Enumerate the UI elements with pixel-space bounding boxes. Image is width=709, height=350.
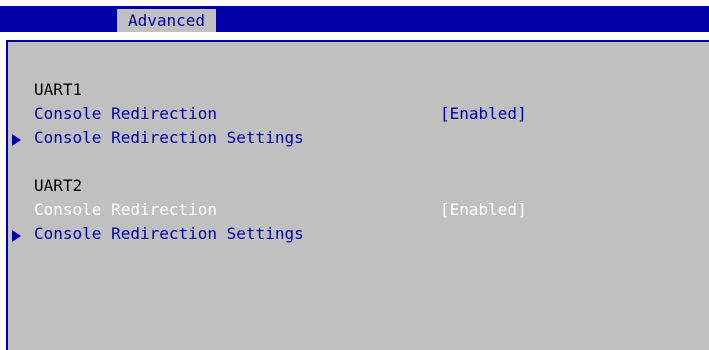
menu-bar	[0, 6, 709, 32]
settings-panel: UART1 Console Redirection [Enabled] Cons…	[6, 40, 709, 350]
submenu-arrow-icon	[12, 134, 21, 146]
tab-advanced[interactable]: Advanced	[117, 9, 216, 32]
uart1-console-redirection-label[interactable]: Console Redirection	[34, 104, 217, 124]
uart2-console-redirection-settings[interactable]: Console Redirection Settings	[34, 224, 304, 244]
uart1-console-redirection-value[interactable]: [Enabled]	[440, 104, 527, 124]
uart2-console-redirection-value[interactable]: [Enabled]	[440, 200, 527, 220]
uart1-console-redirection-settings[interactable]: Console Redirection Settings	[34, 128, 304, 148]
uart2-console-redirection-label[interactable]: Console Redirection	[34, 200, 217, 220]
submenu-arrow-icon	[12, 230, 21, 242]
uart1-section-label: UART1	[34, 80, 83, 99]
uart2-section-label: UART2	[34, 176, 83, 195]
